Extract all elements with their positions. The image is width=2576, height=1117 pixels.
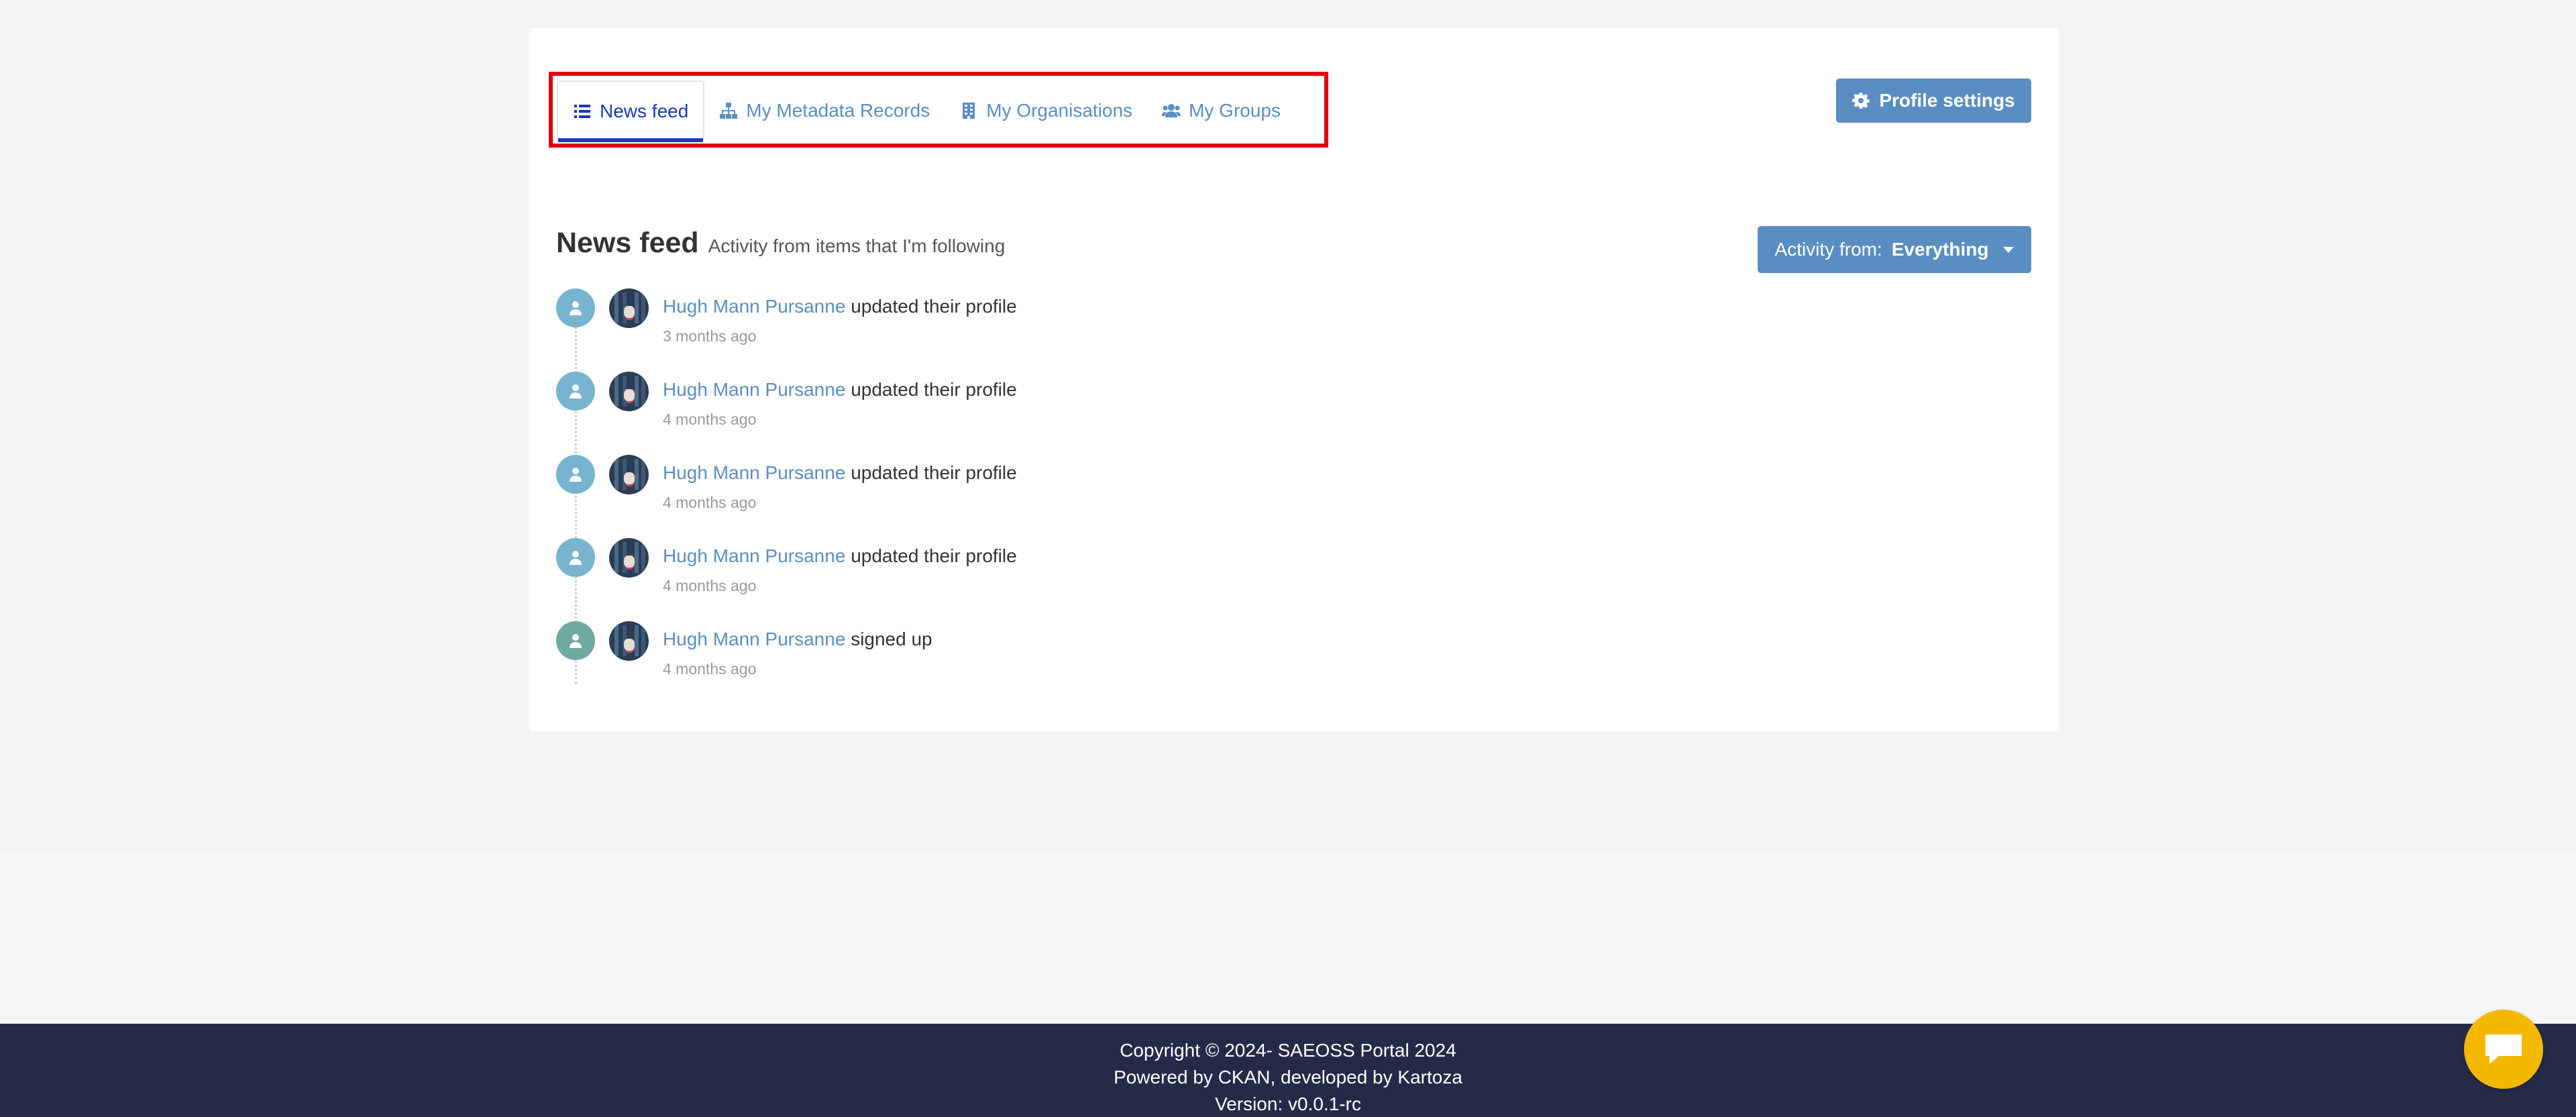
activity-item: Hugh Mann Pursanne updated their profile… (556, 288, 1495, 356)
avatar[interactable] (609, 621, 649, 661)
user-link[interactable]: Hugh Mann Pursanne (663, 296, 845, 317)
dashboard-tabs: News feed My Metadata Records My Organis… (557, 81, 1295, 142)
profile-settings-button[interactable]: Profile settings (1836, 78, 2031, 123)
activity-item: Hugh Mann Pursanne updated their profile… (556, 538, 1495, 605)
tab-my-groups[interactable]: My Groups (1147, 81, 1295, 141)
avatar[interactable] (609, 538, 649, 578)
tab-label: My Organisations (986, 100, 1133, 121)
activity-action: updated their profile (851, 379, 1017, 400)
chat-icon (2485, 1034, 2522, 1064)
activity-filter-label: Activity from: (1774, 239, 1882, 260)
gear-icon (1852, 93, 1870, 109)
tab-label: My Groups (1189, 100, 1281, 121)
feed-header: News feed Activity from items that I'm f… (556, 227, 1005, 260)
profile-settings-label: Profile settings (1879, 90, 2015, 111)
footer-copyright: Copyright © 2024- SAEOSS Portal 2024 (1120, 1040, 1456, 1061)
footer-powered-by: Powered by CKAN, developed by Kartoza (1114, 1067, 1462, 1087)
user-activity-icon (556, 621, 595, 660)
activity-time: 4 months ago (663, 411, 757, 428)
activity-time: 4 months ago (663, 494, 757, 511)
tab-label: News feed (600, 101, 689, 121)
page-title: News feed (556, 227, 699, 259)
activity-text: Hugh Mann Pursanne updated their profile (663, 545, 1017, 567)
list-icon (574, 105, 590, 118)
user-link[interactable]: Hugh Mann Pursanne (663, 379, 845, 400)
user-activity-icon (556, 372, 595, 411)
activity-text: Hugh Mann Pursanne signed up (663, 629, 932, 650)
user-activity-icon (556, 455, 595, 494)
activity-action: updated their profile (851, 545, 1017, 566)
tab-my-metadata-records[interactable]: My Metadata Records (704, 81, 945, 141)
activity-action: updated their profile (851, 296, 1017, 317)
activity-time: 4 months ago (663, 660, 757, 678)
tab-my-organisations[interactable]: My Organisations (945, 81, 1147, 141)
activity-filter-value: Everything (1891, 239, 1989, 260)
user-activity-icon (556, 288, 595, 327)
user-link[interactable]: Hugh Mann Pursanne (663, 629, 845, 649)
activity-filter-dropdown[interactable]: Activity from: Everything (1758, 226, 2031, 273)
activity-text: Hugh Mann Pursanne updated their profile (663, 296, 1017, 317)
users-icon (1162, 104, 1181, 117)
caret-down-icon (2003, 246, 2015, 253)
user-link[interactable]: Hugh Mann Pursanne (663, 462, 845, 483)
chat-button[interactable] (2464, 1010, 2543, 1089)
activity-item: Hugh Mann Pursanne signed up 4 months ag… (556, 621, 1495, 688)
footer: Copyright © 2024- SAEOSS Portal 2024 Pow… (0, 1024, 2576, 1117)
activity-time: 4 months ago (663, 577, 757, 594)
avatar[interactable] (609, 288, 649, 328)
activity-item: Hugh Mann Pursanne updated their profile… (556, 372, 1495, 439)
building-icon (963, 103, 975, 119)
avatar[interactable] (609, 372, 649, 411)
activity-item: Hugh Mann Pursanne updated their profile… (556, 455, 1495, 522)
activity-text: Hugh Mann Pursanne updated their profile (663, 379, 1017, 401)
footer-version: Version: v0.0.1-rc (1215, 1094, 1361, 1114)
activity-text: Hugh Mann Pursanne updated their profile (663, 462, 1017, 484)
tab-label: My Metadata Records (746, 100, 930, 121)
sitemap-icon (720, 103, 738, 119)
pre-footer-area (0, 851, 2576, 1024)
tab-news-feed[interactable]: News feed (557, 81, 705, 142)
activity-action: signed up (851, 629, 932, 649)
avatar[interactable] (609, 455, 649, 494)
activity-time: 3 months ago (663, 327, 757, 345)
user-link[interactable]: Hugh Mann Pursanne (663, 545, 845, 566)
user-activity-icon (556, 538, 595, 577)
activity-action: updated their profile (851, 462, 1017, 483)
feed-subtitle: Activity from items that I'm following (708, 235, 1006, 256)
